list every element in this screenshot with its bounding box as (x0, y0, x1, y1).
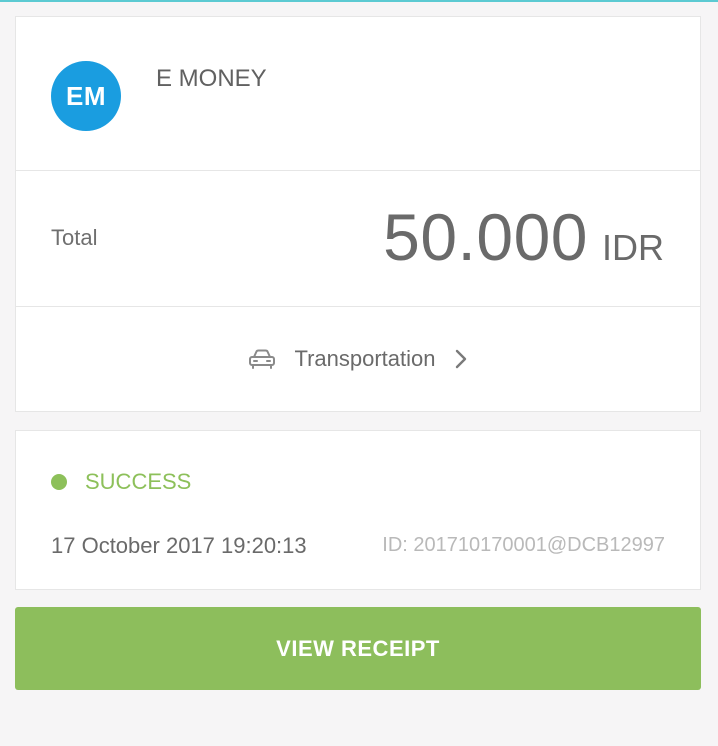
category-label: Transportation (294, 346, 436, 371)
merchant-avatar: EM (51, 61, 121, 131)
transaction-summary-card: EM E MONEY Total 50.000 IDR Transportati… (15, 16, 701, 412)
transaction-id: ID: 201710170001@DCB12997 (382, 534, 665, 556)
transaction-date: 17 October 2017 19:20:13 (51, 533, 307, 558)
chevron-right-icon (454, 348, 468, 370)
status-dot-icon (51, 474, 67, 490)
merchant-name: E MONEY (156, 65, 267, 92)
total-row: Total 50.000 IDR (16, 171, 700, 307)
category-row[interactable]: Transportation (16, 307, 700, 411)
car-icon (248, 348, 276, 370)
total-label: Total (51, 225, 98, 250)
merchant-row: EM E MONEY (16, 17, 700, 171)
status-line: SUCCESS (51, 469, 191, 495)
amount-currency: IDR (602, 227, 664, 268)
amount-value: 50.000 (383, 200, 588, 274)
status-text: SUCCESS (85, 469, 192, 494)
top-accent-line (0, 0, 718, 2)
view-receipt-button[interactable]: VIEW RECEIPT (15, 607, 701, 690)
total-amount: 50.000 IDR (383, 199, 664, 275)
transaction-status-card: SUCCESS 17 October 2017 19:20:13 ID: 201… (15, 430, 701, 590)
